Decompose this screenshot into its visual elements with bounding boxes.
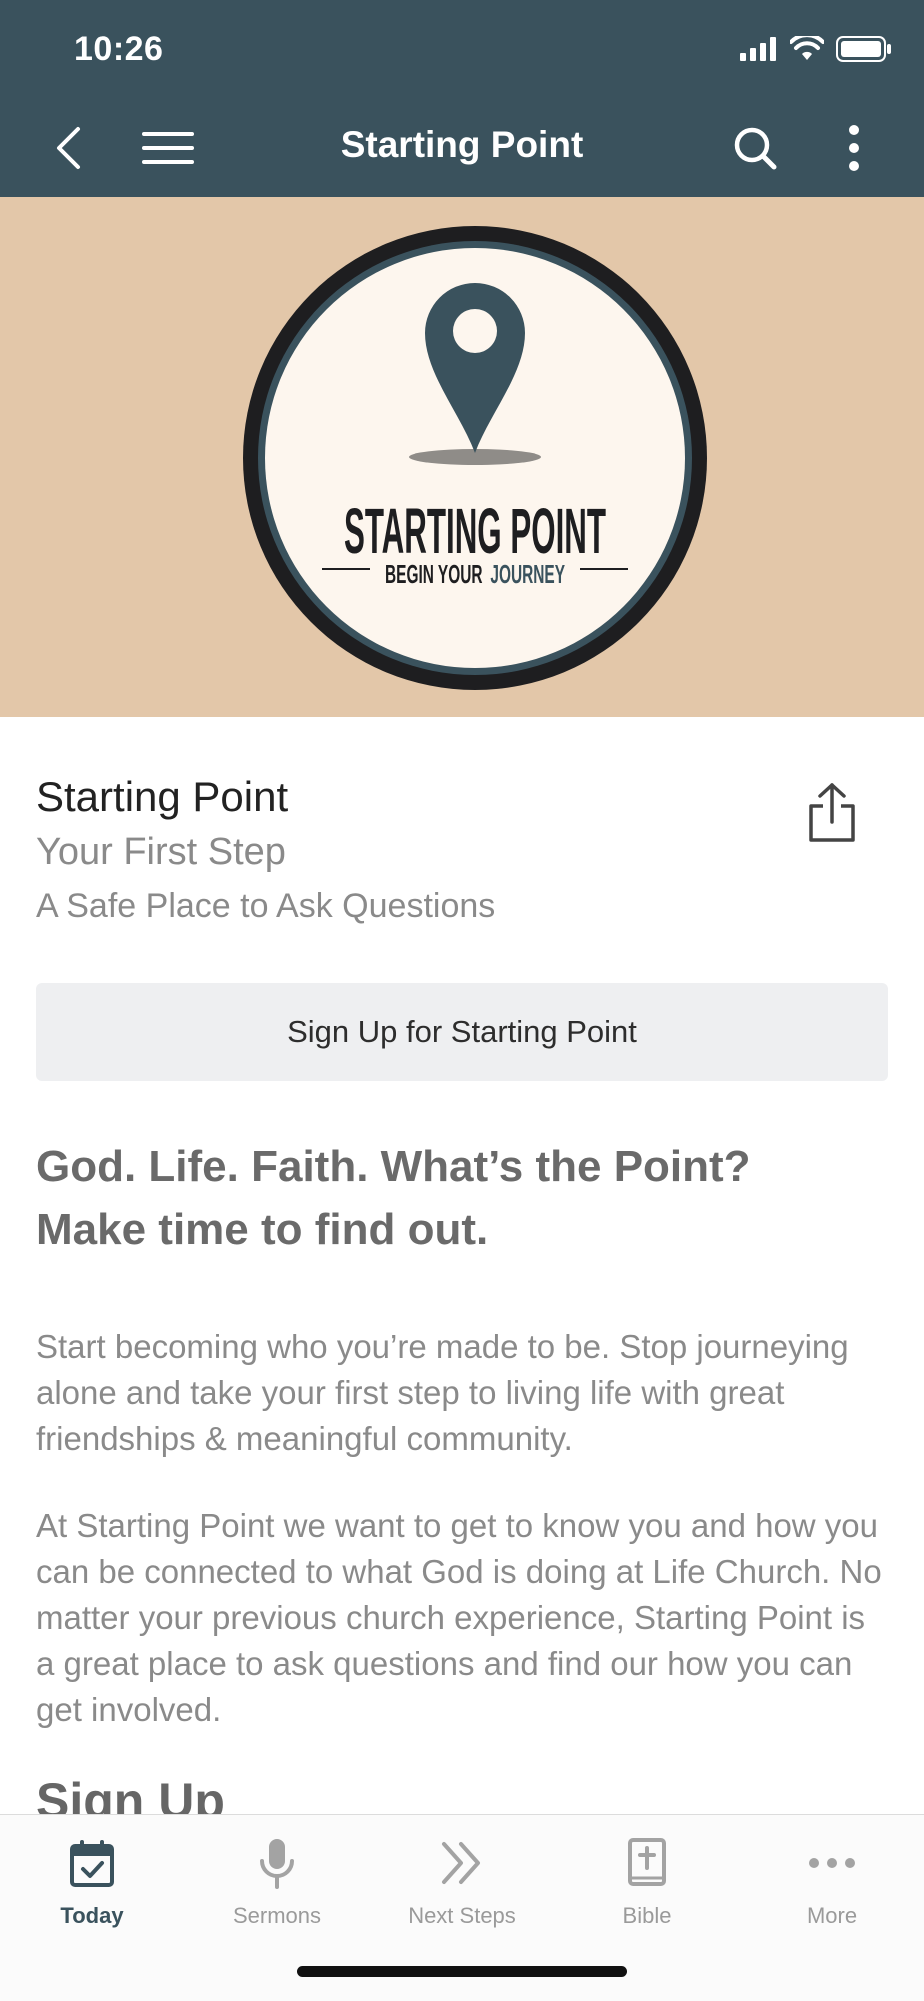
tab-sermons[interactable]: Sermons: [185, 1833, 369, 1929]
battery-icon: [836, 36, 891, 62]
sign-up-button[interactable]: Sign Up for Starting Point: [36, 983, 888, 1081]
tab-label: Sermons: [232, 1903, 322, 1928]
logo-sub-b: JOURNEY: [490, 559, 565, 589]
hero-banner: STARTING POINT BEGIN YOUR JOURNEY: [0, 197, 924, 717]
wifi-icon: [790, 36, 824, 60]
paragraph-2: At Starting Point we want to get to know…: [36, 1507, 882, 1728]
search-icon: [734, 127, 777, 170]
app-header: 10:26 Starting Point: [0, 0, 924, 197]
status-icons: [740, 36, 892, 62]
tab-label: Next Steps: [408, 1903, 516, 1928]
microphone-icon: [260, 1839, 294, 1889]
vertical-dots-icon: [849, 125, 859, 171]
svg-text:BEGIN YOUR JOURNEY: BEGIN YOUR JOURNEY: [385, 559, 565, 589]
heading-line-1: God. Life. Faith. What’s the Point?: [36, 1142, 751, 1191]
starting-point-logo: STARTING POINT BEGIN YOUR JOURNEY: [243, 226, 707, 690]
share-icon: [809, 783, 855, 842]
logo-sub-a: BEGIN YOUR: [385, 559, 483, 589]
item-title: Starting Point: [36, 773, 289, 820]
tab-bible[interactable]: Bible: [555, 1833, 739, 1929]
home-indicator: [297, 1966, 627, 1977]
paragraph-1: Start becoming who you’re made to be. St…: [36, 1328, 849, 1457]
item-tagline: A Safe Place to Ask Questions: [36, 887, 496, 925]
content-heading: God. Life. Faith. What’s the Point? Make…: [36, 1135, 888, 1261]
calendar-check-icon: [70, 1840, 114, 1887]
share-button[interactable]: [806, 782, 858, 849]
page-title: Starting Point: [340, 124, 584, 165]
cellular-signal-icon: [740, 37, 776, 61]
item-subtitle: Your First Step: [36, 831, 286, 873]
logo-title: STARTING POINT: [344, 495, 606, 567]
tab-label: Bible: [622, 1903, 672, 1928]
more-dots-icon: [809, 1858, 855, 1868]
bible-icon: [628, 1838, 666, 1886]
tab-label: Today: [60, 1903, 124, 1928]
tab-more[interactable]: More: [740, 1833, 924, 1929]
tab-today[interactable]: Today: [0, 1833, 184, 1929]
tab-label: More: [806, 1903, 858, 1928]
double-chevron-right-icon: [442, 1842, 480, 1884]
status-time: 10:26: [74, 30, 164, 68]
more-options-button[interactable]: [836, 118, 872, 178]
search-button[interactable]: [730, 118, 780, 178]
tab-next-steps[interactable]: Next Steps: [370, 1833, 554, 1929]
heading-line-2: Make time to find out.: [36, 1205, 489, 1254]
